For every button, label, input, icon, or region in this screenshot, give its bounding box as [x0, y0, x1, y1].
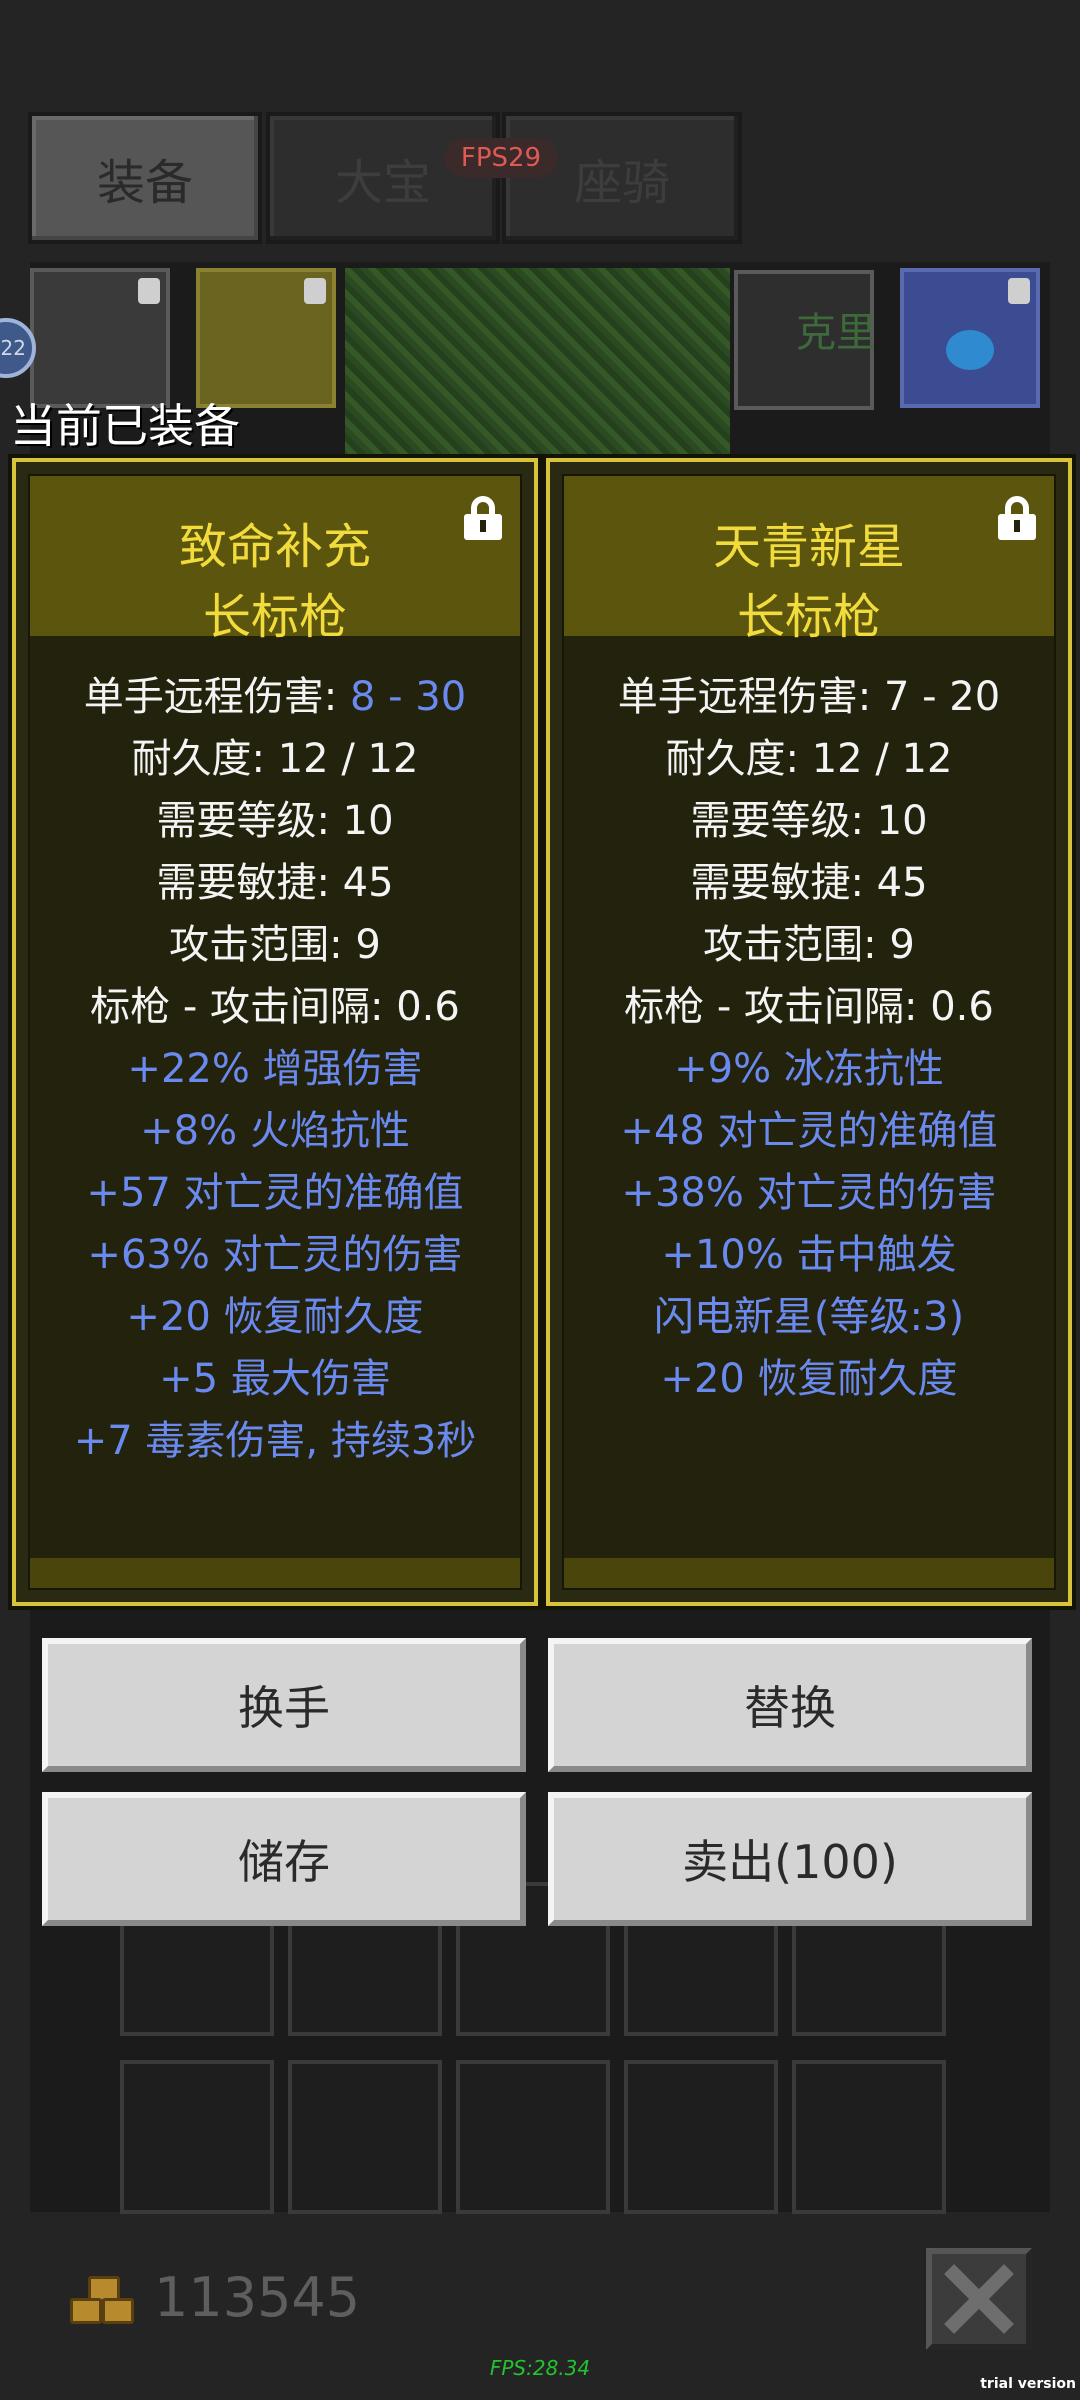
fps-badge: FPS29 [444, 138, 558, 178]
tab-equipment[interactable]: 装备 [28, 112, 262, 244]
card-body: 天青新星 长标枪 单手远程伤害: 7 - 20 耐久度: 12 / 12 需要等… [562, 474, 1056, 1590]
lock-icon [1008, 278, 1030, 304]
affix: +57 对亡灵的准确值 [86, 1170, 464, 1216]
lock-icon [304, 278, 326, 304]
affix: +22% 增强伤害 [127, 1046, 423, 1092]
affix: 闪电新星(等级:3) [653, 1294, 965, 1340]
stat-interval: 标枪 - 攻击间隔: 0.6 [90, 984, 460, 1030]
card-footer [30, 1558, 520, 1588]
affix: +48 对亡灵的准确值 [620, 1108, 998, 1154]
tab-treasure[interactable]: 大宝 [266, 112, 500, 244]
stat-required-level: 需要等级: 10 [156, 798, 394, 844]
stat-damage-value: 8 - 30 [349, 674, 467, 720]
tab-mount-label: 座骑 [573, 155, 670, 211]
character-preview [345, 268, 730, 458]
stat-interval: 标枪 - 攻击间隔: 0.6 [624, 984, 994, 1030]
item-name: 致命补充 [178, 519, 371, 575]
affix: +20 恢复耐久度 [126, 1294, 424, 1340]
stat-range: 攻击范围: 9 [169, 922, 381, 968]
affix: +5 最大伤害 [159, 1356, 391, 1402]
equip-slot-weapon[interactable] [196, 268, 336, 408]
swap-hand-button[interactable]: 换手 [42, 1638, 526, 1772]
tab-equipment-label: 装备 [96, 155, 193, 211]
stat-damage-label: 单手远程伤害: [83, 674, 350, 720]
inventory-slot[interactable] [120, 2060, 274, 2214]
card-body: 致命补充 长标枪 单手远程伤害: 8 - 30 耐久度: 12 / 12 需要等… [28, 474, 522, 1590]
character-name-partial: 克里 [796, 310, 876, 356]
sell-button[interactable]: 卖出(100) [548, 1792, 1032, 1926]
item-type: 长标枪 [736, 589, 881, 645]
tab-treasure-label: 大宝 [334, 155, 431, 211]
inventory-slot[interactable] [792, 2060, 946, 2214]
stat-required-level: 需要等级: 10 [690, 798, 928, 844]
store-button[interactable]: 储存 [42, 1792, 526, 1926]
inventory-slot[interactable] [624, 2060, 778, 2214]
affix: +9% 冰冻抗性 [674, 1046, 944, 1092]
item-stats: 单手远程伤害: 7 - 20 耐久度: 12 / 12 需要等级: 10 需要敏… [564, 666, 1054, 1410]
stat-durability: 耐久度: 12 / 12 [665, 736, 953, 782]
equip-slot-amulet[interactable] [900, 268, 1040, 408]
stat-required-dex: 需要敏捷: 45 [156, 860, 394, 906]
lock-icon [138, 278, 160, 304]
affix: +8% 火焰抗性 [140, 1108, 410, 1154]
affix: +63% 对亡灵的伤害 [87, 1232, 463, 1278]
affix: +38% 对亡灵的伤害 [621, 1170, 997, 1216]
item-stats: 单手远程伤害: 8 - 30 耐久度: 12 / 12 需要等级: 10 需要敏… [30, 666, 520, 1472]
new-item-card: 天青新星 长标枪 单手远程伤害: 7 - 20 耐久度: 12 / 12 需要等… [542, 454, 1076, 1610]
equip-slot-helmet[interactable] [30, 268, 170, 408]
close-button[interactable] [926, 2248, 1032, 2350]
affix: +10% 击中触发 [661, 1232, 957, 1278]
trial-watermark: trial version [980, 2376, 1076, 2392]
affix: +7 毒素伤害, 持续3秒 [73, 1418, 477, 1464]
stat-required-dex: 需要敏捷: 45 [690, 860, 928, 906]
item-name: 天青新星 [712, 519, 905, 575]
tab-mount[interactable]: 座骑 [502, 112, 742, 244]
close-icon [944, 2264, 1014, 2334]
lock-icon[interactable] [464, 496, 502, 540]
fps-counter: FPS:28.34 [489, 2356, 591, 2380]
lock-icon[interactable] [998, 496, 1036, 540]
affix: +20 恢复耐久度 [660, 1356, 958, 1402]
item-type: 长标枪 [202, 589, 347, 645]
replace-button[interactable]: 替换 [548, 1638, 1032, 1772]
inventory-slot[interactable] [456, 2060, 610, 2214]
stat-durability: 耐久度: 12 / 12 [131, 736, 419, 782]
amulet-icon [946, 330, 994, 370]
card-footer [564, 1558, 1054, 1588]
gold-amount: 113545 [154, 2266, 361, 2329]
stat-range: 攻击范围: 9 [703, 922, 915, 968]
stat-damage: 单手远程伤害: 7 - 20 [617, 674, 1001, 720]
equipped-item-card: 致命补充 长标枪 单手远程伤害: 8 - 30 耐久度: 12 / 12 需要等… [8, 454, 542, 1610]
gold-coins-icon [70, 2276, 134, 2326]
stat-damage: 单手远程伤害: 8 - 30 [30, 666, 520, 728]
level-value: 22 [0, 336, 26, 360]
inventory-slot[interactable] [288, 2060, 442, 2214]
equipped-label: 当前已装备 [10, 399, 240, 453]
